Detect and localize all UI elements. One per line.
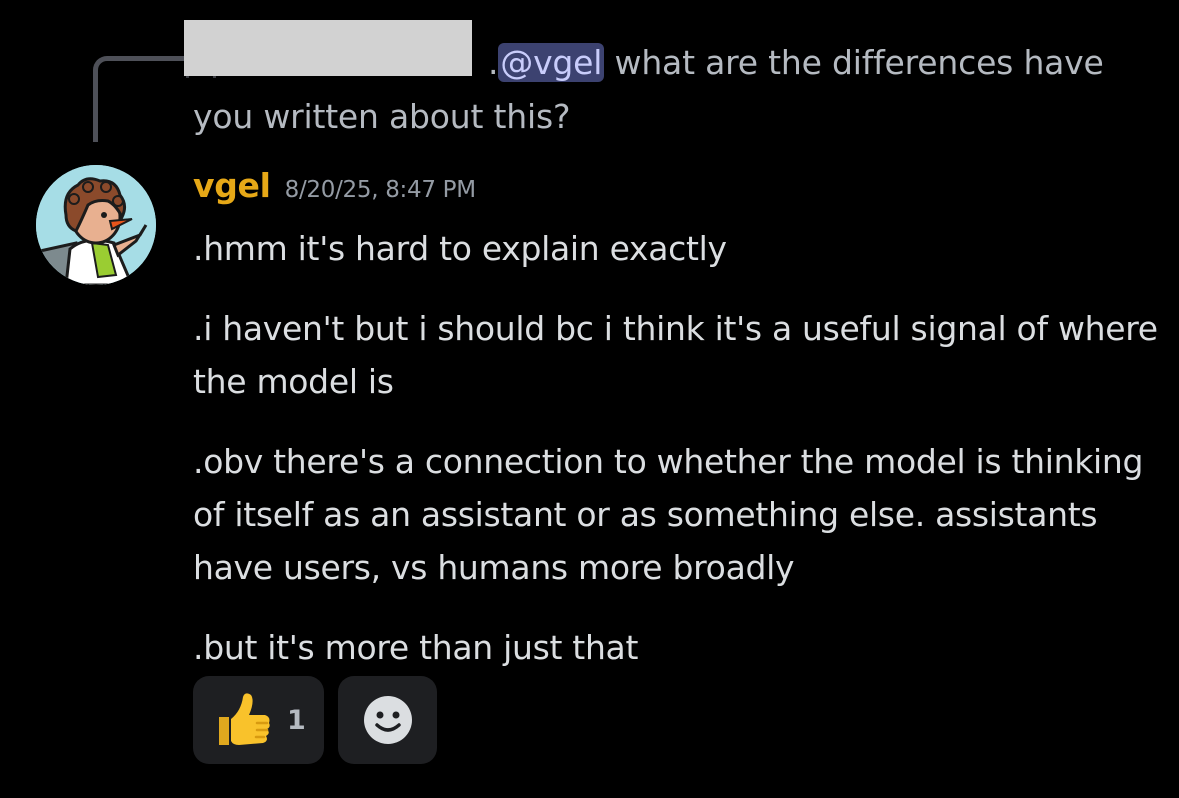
message-line[interactable]: .but it's more than just that — [193, 621, 1168, 674]
timestamp: 8/20/25, 8:47 PM — [284, 177, 476, 203]
avatar-illustration — [36, 165, 156, 285]
message-list: .hmm it's hard to explain exactly .i hav… — [193, 222, 1168, 701]
thumbs-up-icon — [219, 693, 270, 745]
mention-vgel[interactable]: @vgel — [498, 43, 605, 82]
message-line[interactable]: .obv there's a connection to whether the… — [193, 435, 1168, 594]
redacted-username-box — [184, 20, 472, 76]
reply-connector — [93, 56, 185, 142]
reply-text-line2: you written about this? — [193, 97, 571, 136]
message-line[interactable]: .hmm it's hard to explain exactly — [193, 222, 1168, 275]
avatar[interactable] — [36, 165, 156, 285]
message-header: vgel 8/20/25, 8:47 PM — [193, 166, 476, 205]
add-reaction-button[interactable] — [338, 676, 437, 764]
reply-text-line1: what are the differences have — [614, 43, 1104, 82]
username[interactable]: vgel — [193, 166, 271, 205]
reaction-bar: 1 — [193, 676, 437, 764]
smiley-icon — [363, 696, 412, 744]
message-line[interactable]: .i haven't but i should bc i think it's … — [193, 302, 1168, 408]
reply-prefix: . — [488, 43, 499, 82]
reaction-count: 1 — [287, 704, 306, 736]
reaction-thumbs-up[interactable]: 1 — [193, 676, 324, 764]
